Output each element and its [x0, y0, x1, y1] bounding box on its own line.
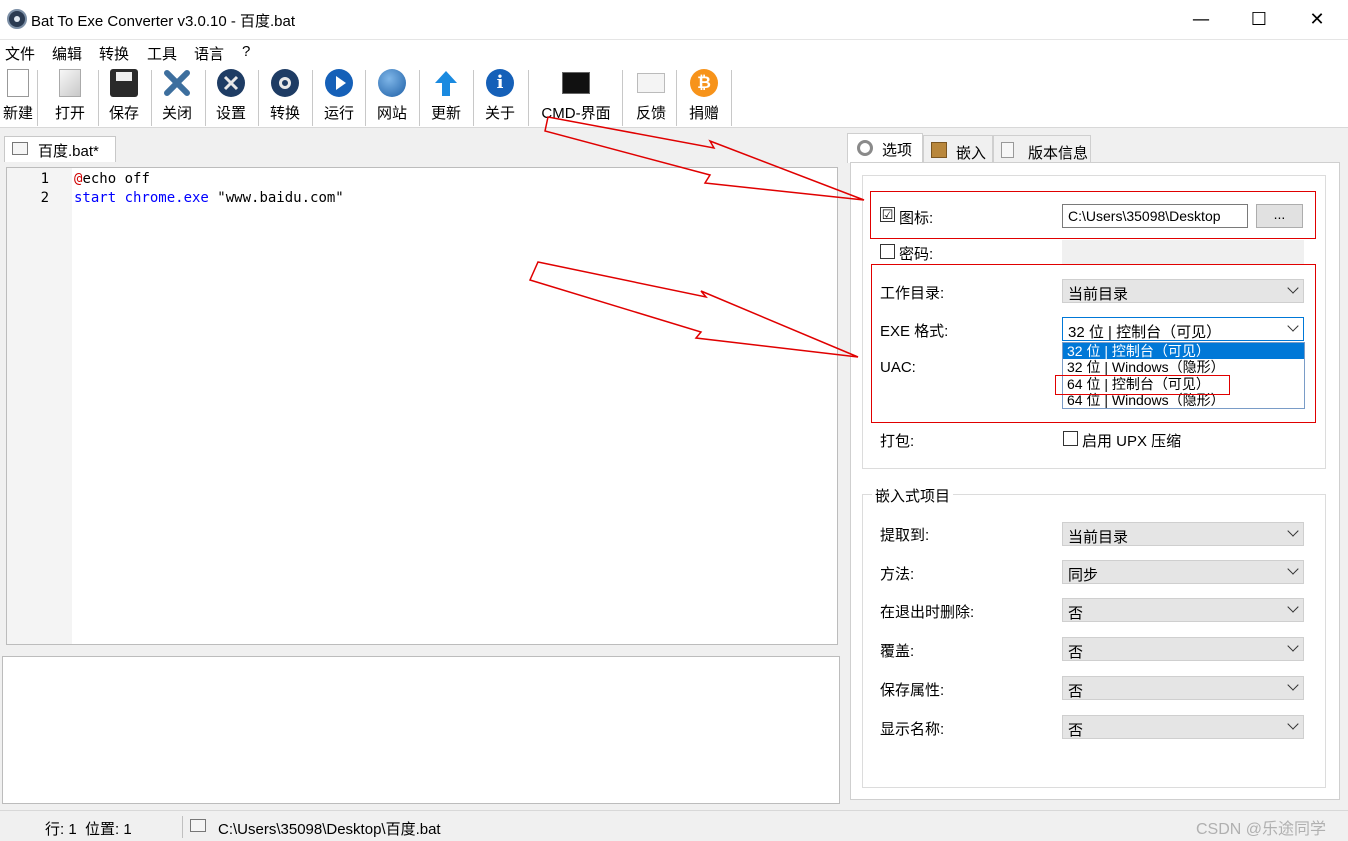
annotation-arrow: [544, 116, 865, 201]
annotation-arrow: [528, 261, 859, 358]
annotation-arrows: [528, 116, 865, 358]
